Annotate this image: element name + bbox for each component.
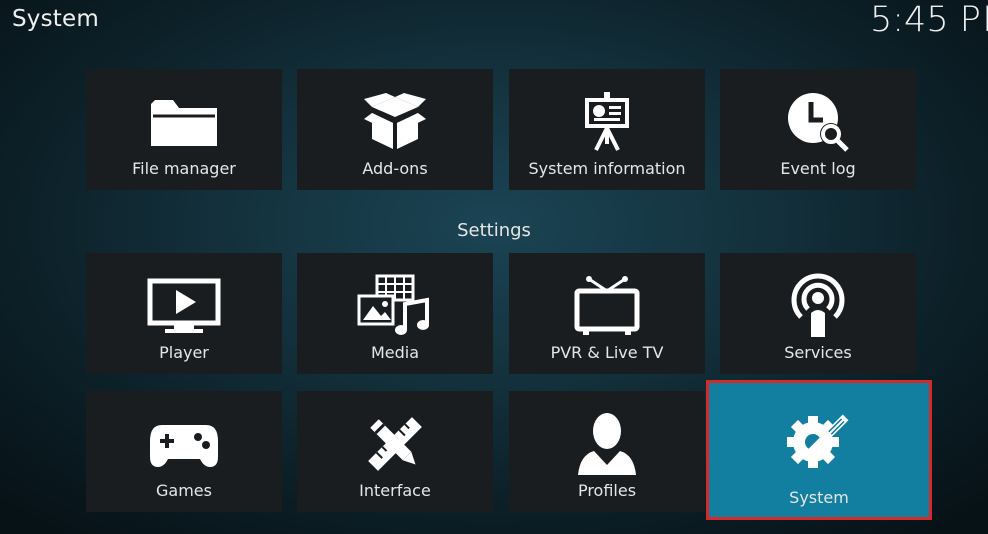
tile-system[interactable]: System xyxy=(706,380,932,520)
tile-system-information[interactable]: System information xyxy=(509,69,705,190)
tile-file-manager[interactable]: File manager xyxy=(86,69,282,190)
tile-label: System information xyxy=(528,159,686,178)
tile-label: Player xyxy=(159,343,209,362)
tile-profiles[interactable]: Profiles xyxy=(509,391,705,512)
tile-games[interactable]: Games xyxy=(86,391,282,512)
broadcast-icon xyxy=(791,273,845,337)
presentation-icon xyxy=(585,92,629,151)
tile-pvr-live-tv[interactable]: PVR & Live TV xyxy=(509,253,705,374)
tile-interface[interactable]: Interface xyxy=(297,391,493,512)
tile-event-log[interactable]: Event log xyxy=(720,69,916,190)
play-screen-icon xyxy=(147,278,221,333)
tile-label: Event log xyxy=(780,159,856,178)
tile-label: Games xyxy=(156,481,212,500)
tile-add-ons[interactable]: Add-ons xyxy=(297,69,493,190)
media-icon xyxy=(357,274,429,335)
clock-search-icon xyxy=(788,93,849,152)
folder-icon xyxy=(151,100,217,146)
box-icon xyxy=(364,93,426,149)
tile-label: Add-ons xyxy=(362,159,428,178)
tile-services[interactable]: Services xyxy=(720,253,916,374)
tile-label: Services xyxy=(784,343,852,362)
tile-label: Media xyxy=(370,343,420,362)
section-heading-settings: Settings xyxy=(457,220,531,241)
person-icon xyxy=(578,413,636,475)
tile-label: PVR & Live TV xyxy=(550,343,664,362)
tile-label: File manager xyxy=(132,159,236,178)
tile-label: Interface xyxy=(359,481,431,500)
tile-label: Profiles xyxy=(577,481,637,500)
gear-wrench-icon xyxy=(787,414,849,468)
pencil-ruler-icon xyxy=(368,417,422,471)
clock: 5:45 PM xyxy=(870,0,988,40)
tile-media[interactable]: Media xyxy=(297,253,493,374)
gamepad-icon xyxy=(150,425,218,467)
tile-player[interactable]: Player xyxy=(86,253,282,374)
page-title: System xyxy=(12,6,99,32)
tv-icon xyxy=(574,276,640,335)
tile-label: System xyxy=(789,488,849,507)
